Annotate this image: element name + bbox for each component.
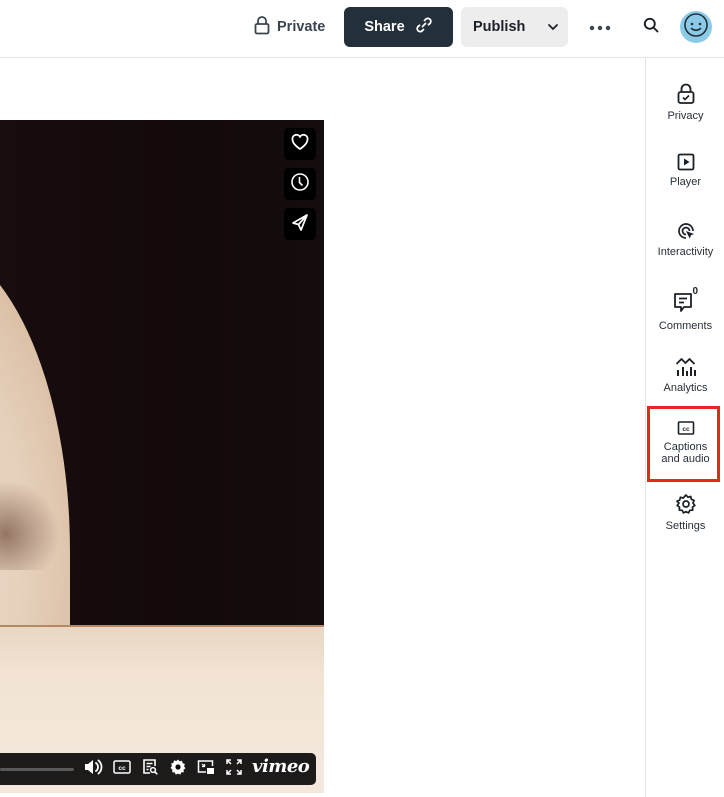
user-avatar[interactable] xyxy=(680,11,712,43)
publish-button[interactable]: Publish xyxy=(461,7,568,47)
volume-button[interactable] xyxy=(82,759,104,779)
analytics-icon xyxy=(675,355,697,377)
progress-bar[interactable] xyxy=(0,768,74,771)
fullscreen-button[interactable] xyxy=(223,758,245,781)
rail-label-captions-line2: and audio xyxy=(661,453,710,465)
transcript-button[interactable] xyxy=(139,758,161,781)
rail-label-captions-and-audio: Captions and audio xyxy=(661,441,709,465)
video-frame-shadow xyxy=(0,480,60,570)
more-options-button[interactable] xyxy=(584,14,616,40)
rail-label-comments: Comments xyxy=(658,320,713,332)
watch-later-button[interactable] xyxy=(284,168,316,200)
volume-icon xyxy=(83,758,103,781)
captions-button[interactable]: cc xyxy=(111,759,133,779)
rail-item-analytics[interactable]: Analytics xyxy=(646,355,724,394)
cc-icon: cc xyxy=(677,420,695,436)
publish-label: Publish xyxy=(473,19,526,35)
gear-icon xyxy=(675,493,697,515)
cursor-target-icon xyxy=(676,221,696,241)
chevron-down-icon xyxy=(547,19,559,35)
pip-icon xyxy=(197,759,215,780)
svg-text:cc: cc xyxy=(682,426,690,433)
cc-icon: cc xyxy=(113,759,131,779)
clock-icon xyxy=(290,172,310,197)
rail-label-captions-line1: Captions xyxy=(663,441,708,453)
search-icon xyxy=(643,17,659,38)
svg-text:cc: cc xyxy=(118,765,126,772)
privacy-label: Private xyxy=(277,19,326,35)
rail-item-interactivity[interactable]: Interactivity xyxy=(646,221,724,258)
rail-label-settings: Settings xyxy=(665,520,706,532)
fullscreen-icon xyxy=(225,758,243,781)
lock-icon xyxy=(254,15,270,39)
rail-item-privacy[interactable]: Privacy xyxy=(646,83,724,122)
rail-label-privacy: Privacy xyxy=(667,110,704,122)
play-square-icon xyxy=(677,153,695,171)
heart-icon xyxy=(290,133,310,156)
player-side-actions xyxy=(284,128,316,240)
video-player[interactable]: cc vimeo xyxy=(0,120,324,793)
gear-icon xyxy=(169,758,187,781)
paper-plane-icon xyxy=(290,212,310,237)
rail-label-analytics: Analytics xyxy=(663,382,708,394)
transcript-search-icon xyxy=(141,758,159,781)
link-icon xyxy=(415,16,433,38)
player-controls: cc vimeo xyxy=(0,753,316,785)
pip-button[interactable] xyxy=(195,759,217,779)
rail-item-comments[interactable]: 0 Comments xyxy=(646,286,724,332)
share-button[interactable]: Share xyxy=(344,7,453,47)
right-sidebar: Privacy Player Interactivity 0 Comments … xyxy=(645,58,724,797)
player-settings-button[interactable] xyxy=(167,759,189,779)
top-bar: Private Share Publish xyxy=(0,0,724,58)
comment-count-badge: 0 xyxy=(692,286,699,297)
vimeo-logo[interactable]: vimeo xyxy=(252,756,310,777)
share-label: Share xyxy=(364,19,405,35)
rail-label-player: Player xyxy=(669,176,702,188)
privacy-button[interactable]: Private xyxy=(254,14,325,40)
comment-icon: 0 xyxy=(673,286,699,316)
rail-item-player[interactable]: Player xyxy=(646,153,724,188)
smiley-avatar-icon xyxy=(683,12,709,43)
rail-item-settings[interactable]: Settings xyxy=(646,493,724,532)
lock-check-icon xyxy=(677,83,695,105)
rail-item-captions-and-audio[interactable]: cc Captions and audio xyxy=(646,420,724,465)
share-video-button[interactable] xyxy=(284,208,316,240)
search-button[interactable] xyxy=(638,14,664,40)
like-button[interactable] xyxy=(284,128,316,160)
more-horizontal-icon xyxy=(589,18,611,36)
rail-label-interactivity: Interactivity xyxy=(657,246,714,258)
